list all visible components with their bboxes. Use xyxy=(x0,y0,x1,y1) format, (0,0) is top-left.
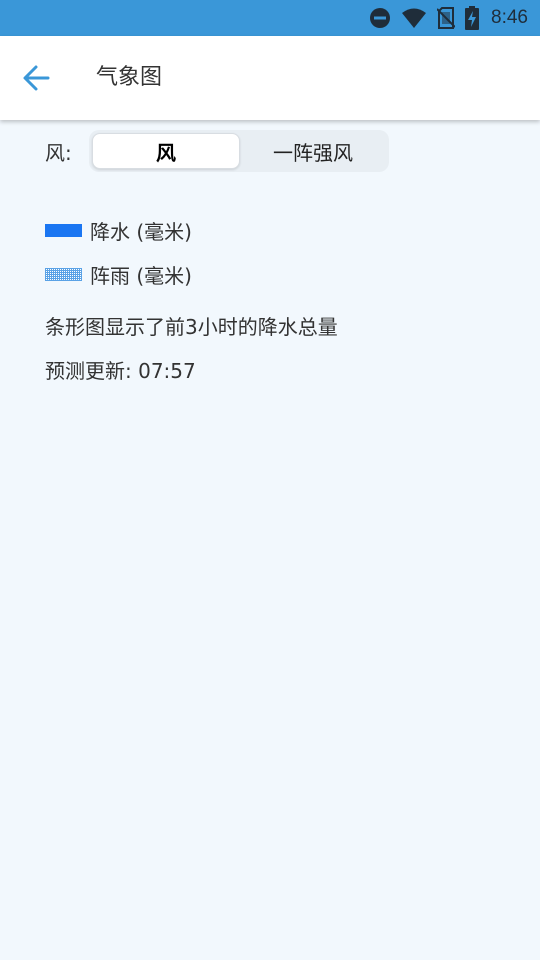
wind-segmented-control: 风 一阵强风 xyxy=(89,130,389,172)
battery-charging-icon xyxy=(465,6,480,30)
shower-swatch xyxy=(45,267,82,281)
legend-label: 降水 (毫米) xyxy=(90,219,192,244)
no-sim-icon xyxy=(437,7,456,29)
wind-selector-row: 风: 风 一阵强风 xyxy=(45,126,505,176)
app-bar: 气象图 xyxy=(0,36,540,120)
wind-option-gust[interactable]: 一阵强风 xyxy=(240,133,386,169)
wind-label: 风: xyxy=(45,140,72,165)
status-bar: 8:46 xyxy=(0,0,540,36)
arrow-left-icon xyxy=(22,64,50,92)
legend-item-shower: 阵雨 (毫米) xyxy=(45,258,505,290)
legend-label: 阵雨 (毫米) xyxy=(90,263,192,288)
wifi-icon xyxy=(401,7,427,29)
bar-chart-note: 条形图显示了前3小时的降水总量 xyxy=(45,315,338,339)
precipitation-swatch xyxy=(45,223,82,237)
main-content: 风: 风 一阵强风 降水 (毫米) 阵雨 (毫米) 条形图显示了前3小时的降水总… xyxy=(45,126,505,386)
page-title: 气象图 xyxy=(96,65,163,90)
wind-option-wind[interactable]: 风 xyxy=(92,133,240,169)
status-icons: 8:46 xyxy=(369,0,528,36)
status-time: 8:46 xyxy=(491,7,528,28)
forecast-update-time: 预测更新: 07:57 xyxy=(45,359,196,383)
legend-item-precipitation: 降水 (毫米) xyxy=(45,214,505,246)
back-button[interactable] xyxy=(16,58,56,98)
do-not-disturb-icon xyxy=(369,7,391,29)
legend: 降水 (毫米) 阵雨 (毫米) xyxy=(45,214,505,290)
